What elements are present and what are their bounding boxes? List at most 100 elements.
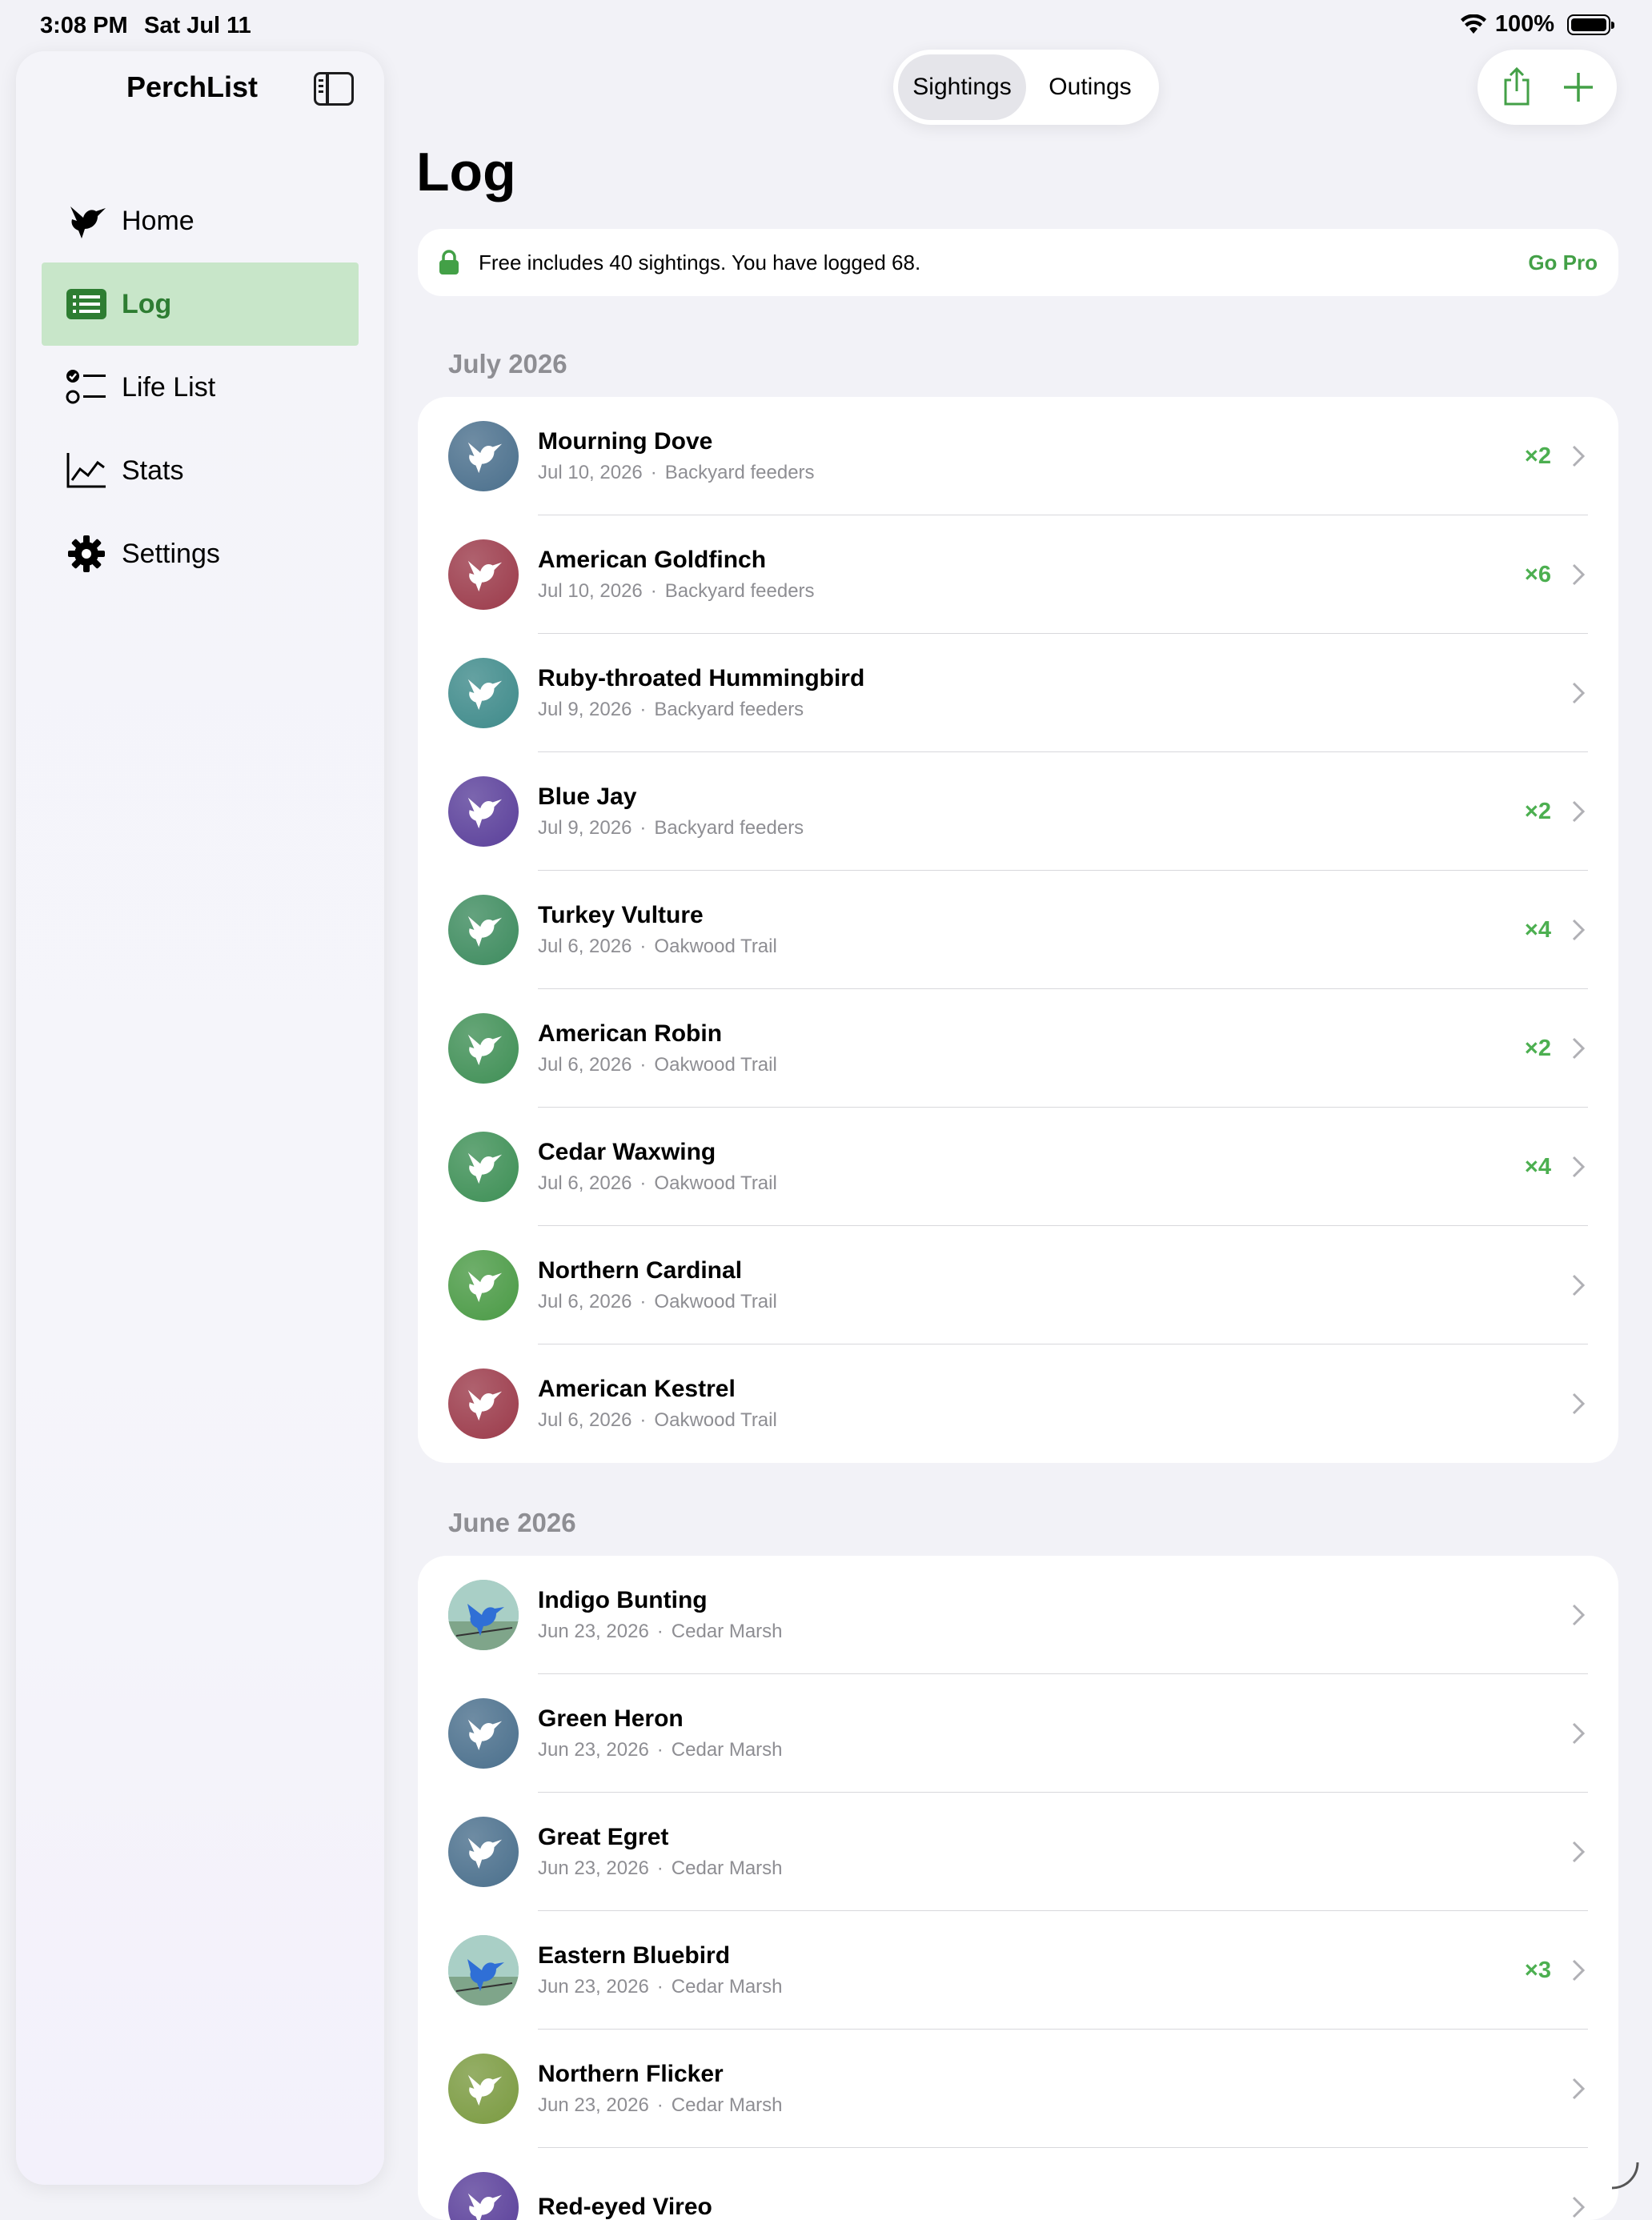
chevron-right-icon [1569,1603,1588,1627]
sighting-texts: Cedar Waxwing Jul 6, 2026·Oakwood Trail [538,1139,1525,1195]
bird-avatar [448,776,519,847]
gear-icon [66,533,107,575]
species-name: Red-eyed Vireo [538,2194,1569,2220]
sighting-row[interactable]: Cedar WaxwingJul 6, 2026·Oakwood Trail×4 [418,1108,1618,1226]
sighting-row[interactable]: Northern FlickerJun 23, 2026·Cedar Marsh [418,2030,1618,2148]
sidebar-item-home[interactable]: Home [42,179,359,262]
bird-avatar [448,1368,519,1439]
sighting-row[interactable]: American RobinJul 6, 2026·Oakwood Trail×… [418,989,1618,1108]
sighting-count: ×3 [1525,1958,1551,1984]
sighting-texts: American Goldfinch Jul 10, 2026·Backyard … [538,547,1525,603]
sighting-texts: Great Egret Jun 23, 2026·Cedar Marsh [538,1824,1569,1880]
sighting-place: Oakwood Trail [654,1291,776,1312]
sighting-place: Backyard feeders [654,817,804,839]
sidebar-item-life-list[interactable]: Life List [42,346,359,429]
sighting-row[interactable]: Great Egret Jun 23, 2026·Cedar Marsh [418,1793,1618,1911]
bird-icon [463,2187,503,2220]
sighting-texts: American Robin Jul 6, 2026·Oakwood Trail [538,1020,1525,1076]
species-name: American Kestrel [538,1376,1569,1403]
sighting-row[interactable]: Green HeronJun 23, 2026·Cedar Marsh [418,1674,1618,1793]
species-name: American Robin [538,1020,1525,1048]
bird-icon [463,1147,503,1187]
sidebar: PerchList Home Log Life List Stats [16,51,384,2185]
sighting-meta: Jul 10, 2026·Backyard feeders [538,580,1525,603]
sighting-texts: Blue JayJul 9, 2026·Backyard feeders [538,783,1525,840]
bird-avatar [448,658,519,728]
sighting-row[interactable]: American Goldfinch Jul 10, 2026·Backyard … [418,515,1618,634]
go-pro-link[interactable]: Go Pro [1528,250,1598,275]
segment-sightings[interactable]: Sightings [898,54,1026,120]
chevron-right-icon [1569,1273,1588,1297]
hummingbird-icon [66,200,107,242]
sidebar-item-label: Life List [122,372,215,403]
sighting-date: Jun 23, 2026 [538,1739,649,1761]
sighting-row[interactable]: Red-eyed Vireo [418,2148,1618,2220]
sidebar-item-label: Log [122,289,171,320]
bird-avatar [448,539,519,610]
chevron-right-icon [1569,1721,1588,1745]
sighting-texts: Green HeronJun 23, 2026·Cedar Marsh [538,1705,1569,1761]
chevron-right-icon [1569,1392,1588,1416]
lock-icon [439,250,459,275]
sighting-date: Jun 23, 2026 [538,2094,649,2116]
sighting-place: Cedar Marsh [672,1739,783,1761]
sighting-row[interactable]: Indigo BuntingJun 23, 2026·Cedar Marsh [418,1556,1618,1674]
sightings-card-june: Indigo BuntingJun 23, 2026·Cedar Marsh Gr… [418,1556,1618,2220]
sighting-texts: American Kestrel Jul 6, 2026·Oakwood Trai… [538,1376,1569,1432]
sighting-meta: Jul 6, 2026·Oakwood Trail [538,1054,1525,1076]
chevron-right-icon [1569,1036,1588,1060]
page-title: Log [416,141,516,203]
sighting-date: Jul 6, 2026 [538,1054,632,1076]
bird-icon [448,1580,519,1650]
scroll-indicator[interactable] [1609,2159,1641,2191]
bird-icon [463,2069,503,2109]
sighting-row[interactable]: American Kestrel Jul 6, 2026·Oakwood Trai… [418,1344,1618,1463]
sighting-count: ×4 [1525,917,1551,944]
status-bar: 3:08 PM Sat Jul 11 100% [0,0,1652,51]
sighting-meta: Jun 23, 2026·Cedar Marsh [538,1621,1569,1643]
sighting-row[interactable]: Mourning DoveJul 10, 2026·Backyard feede… [418,397,1618,515]
sighting-meta: Jul 6, 2026·Oakwood Trail [538,936,1525,958]
sighting-row[interactable]: Ruby-throated HummingbirdJul 9, 2026·Bac… [418,634,1618,752]
species-name: Great Egret [538,1824,1569,1851]
sighting-date: Jul 6, 2026 [538,1172,632,1194]
sidebar-item-label: Stats [122,455,183,487]
bird-icon [463,791,503,831]
section-header: June 2026 [448,1508,576,1538]
sighting-place: Backyard feeders [665,462,815,483]
sighting-count: ×2 [1525,799,1551,825]
sidebar-item-log[interactable]: Log [42,262,359,346]
sighting-date: Jun 23, 2026 [538,1857,649,1879]
bird-icon [463,1028,503,1068]
sighting-date: Jul 9, 2026 [538,817,632,839]
segment-outings[interactable]: Outings [1026,54,1154,120]
chevron-right-icon [1569,918,1588,942]
add-button[interactable] [1554,63,1602,111]
species-name: American Goldfinch [538,547,1525,574]
sighting-row[interactable]: Eastern BluebirdJun 23, 2026·Cedar Marsh… [418,1911,1618,2030]
species-name: Cedar Waxwing [538,1139,1525,1166]
status-right: 100% [1460,11,1610,38]
share-button[interactable] [1493,63,1541,111]
bird-avatar [448,2054,519,2124]
sidebar-item-settings[interactable]: Settings [42,512,359,595]
sighting-place: Backyard feeders [654,699,804,720]
sidebar-toggle-icon[interactable] [314,72,354,106]
bird-icon [463,436,503,476]
chevron-right-icon [1569,1840,1588,1864]
sidebar-item-stats[interactable]: Stats [42,429,359,512]
sighting-row[interactable]: Turkey VultureJul 6, 2026·Oakwood Trail×… [418,871,1618,989]
sighting-row[interactable]: Northern CardinalJul 6, 2026·Oakwood Tra… [418,1226,1618,1344]
sighting-row[interactable]: Blue JayJul 9, 2026·Backyard feeders×2 [418,752,1618,871]
sighting-texts: Indigo BuntingJun 23, 2026·Cedar Marsh [538,1587,1569,1643]
sighting-meta: Jul 6, 2026·Oakwood Trail [538,1409,1569,1432]
sighting-place: Oakwood Trail [654,936,776,957]
sighting-meta: Jul 6, 2026·Oakwood Trail [538,1172,1525,1195]
bird-avatar [448,1817,519,1887]
sidebar-nav: Home Log Life List Stats Settings [42,179,359,595]
plus-icon [1562,71,1594,103]
sighting-place: Oakwood Trail [654,1054,776,1076]
chart-icon [66,450,107,491]
sighting-texts: Ruby-throated HummingbirdJul 9, 2026·Bac… [538,665,1569,721]
sighting-meta: Jun 23, 2026·Cedar Marsh [538,1857,1569,1880]
